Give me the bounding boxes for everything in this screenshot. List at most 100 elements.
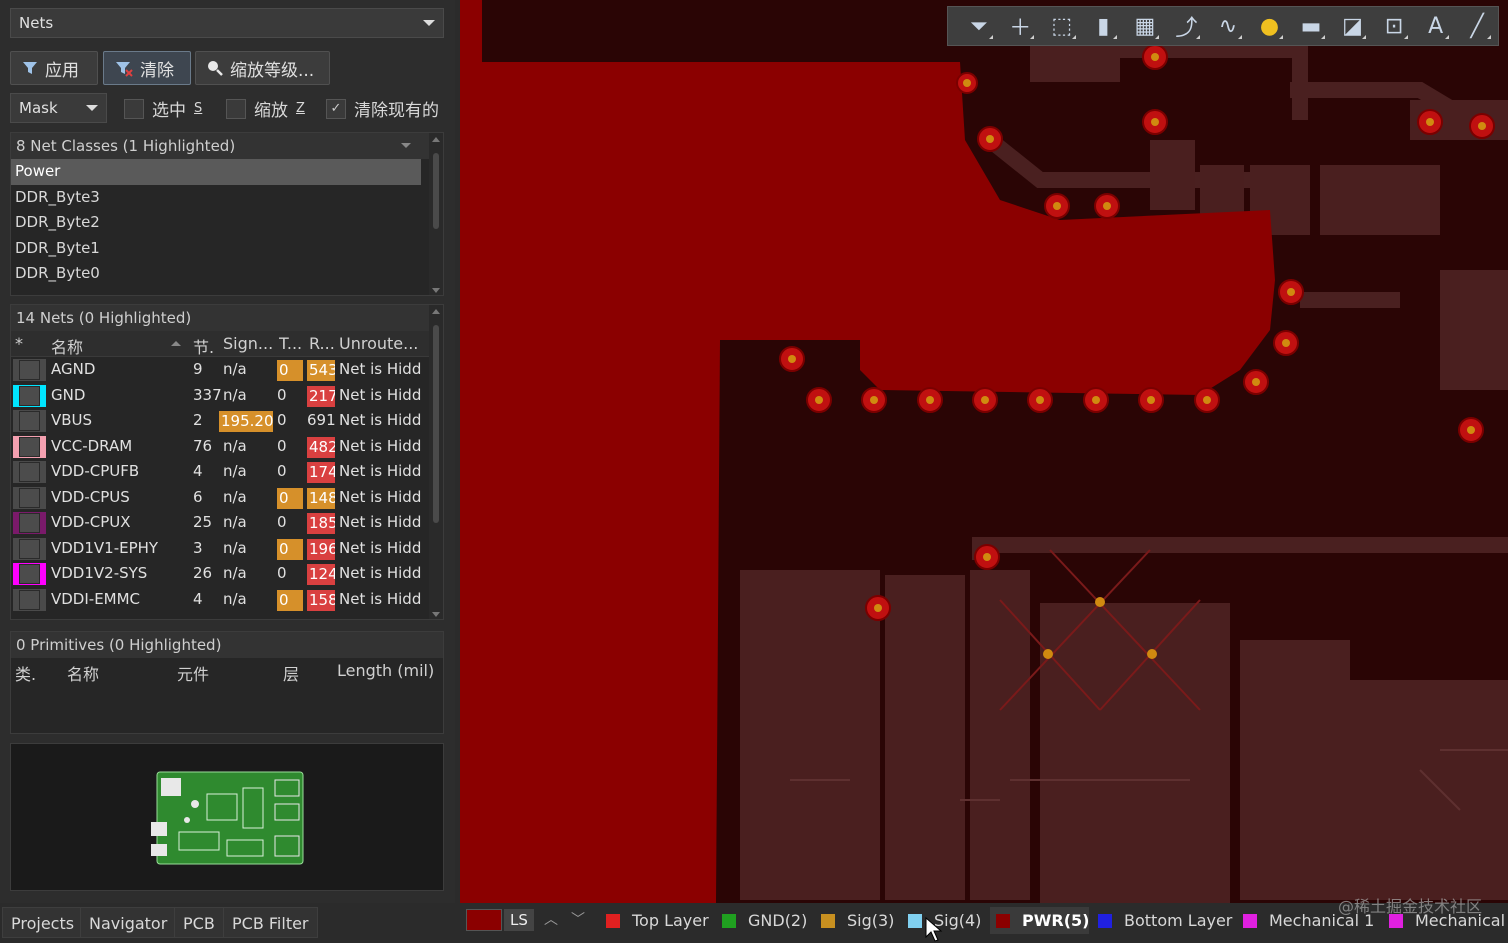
- col-signal[interactable]: Sign...: [223, 334, 273, 353]
- net-color-swatch[interactable]: [13, 435, 46, 458]
- chevron-down-icon[interactable]: ﹀: [571, 909, 585, 929]
- col-name[interactable]: 名称: [51, 334, 83, 358]
- current-layer-swatch[interactable]: [466, 909, 502, 931]
- scroll-thumb[interactable]: [433, 325, 439, 523]
- nets-scrollbar[interactable]: [429, 305, 443, 619]
- scroll-thumb[interactable]: [433, 153, 439, 229]
- net-color-swatch[interactable]: [13, 410, 46, 432]
- layer-tab[interactable]: Top Layer: [600, 907, 709, 934]
- select-checkbox-label: 选中: [152, 101, 186, 121]
- col-unrouted[interactable]: Unroute...: [339, 334, 423, 353]
- mask-dropdown[interactable]: Mask: [10, 93, 107, 123]
- panel-mode-dropdown[interactable]: Nets: [10, 8, 444, 38]
- net-row[interactable]: VDD-CPUS 6 n/a 0148Net is Hidden: [11, 485, 443, 511]
- net-r-value: 124: [307, 564, 335, 585]
- tab-projects[interactable]: Projects: [2, 907, 84, 938]
- col-t[interactable]: T...: [279, 334, 302, 353]
- checkmark-icon[interactable]: ✓: [326, 98, 346, 119]
- checkbox-box[interactable]: [226, 98, 246, 119]
- net-row[interactable]: AGND 9 n/a 0543Net is Hidden: [11, 357, 443, 383]
- net-color-swatch[interactable]: [13, 359, 46, 381]
- pcb-layout[interactable]: [460, 0, 1508, 903]
- component-icon[interactable]: ▦: [1124, 8, 1166, 44]
- net-color-swatch[interactable]: [13, 486, 46, 509]
- col-nodes[interactable]: 节.: [193, 334, 214, 358]
- route-icon[interactable]: ⤴: [1166, 8, 1208, 44]
- select-rect-icon[interactable]: ⬚: [1041, 8, 1083, 44]
- layer-tab[interactable]: GND(2): [716, 907, 807, 934]
- net-row[interactable]: VDD-CPUFB 4 n/a 0 174Net is Hidden: [11, 459, 443, 485]
- net-color-swatch[interactable]: [13, 588, 46, 611]
- tab-navigator[interactable]: Navigator: [80, 907, 177, 938]
- col-length[interactable]: Length (mil): [337, 661, 434, 680]
- col-r[interactable]: R...: [309, 334, 335, 353]
- col-component[interactable]: 元件: [177, 661, 209, 685]
- layer-set-button[interactable]: LS: [504, 909, 534, 931]
- layer-tab[interactable]: PWR(5): [990, 907, 1090, 934]
- clear-button[interactable]: 清除: [103, 51, 191, 85]
- crosshair-icon[interactable]: ＋: [1000, 8, 1042, 44]
- text-icon[interactable]: A: [1415, 8, 1457, 44]
- zoom-checkbox[interactable]: 缩放 Z: [226, 96, 305, 121]
- line-icon[interactable]: ╱: [1456, 8, 1498, 44]
- net-r-value: 217: [307, 385, 335, 407]
- apply-button[interactable]: 应用: [10, 51, 98, 85]
- scroll-up-icon[interactable]: [432, 137, 440, 142]
- net-node-count: 6: [193, 487, 203, 506]
- net-classes-scrollbar[interactable]: [429, 133, 443, 295]
- net-class-item[interactable]: DDR_Byte1: [11, 236, 421, 262]
- net-color-swatch[interactable]: [13, 461, 46, 483]
- scroll-up-icon[interactable]: [432, 309, 440, 314]
- tab-pcb-filter[interactable]: PCB Filter: [223, 907, 318, 938]
- chevron-up-icon[interactable]: ︿: [544, 909, 558, 929]
- chart-icon[interactable]: ▮: [1083, 8, 1125, 44]
- watermark: @稀土掘金技术社区: [1337, 897, 1482, 916]
- keepout-icon[interactable]: ◪: [1332, 8, 1374, 44]
- layer-color-swatch: [1098, 913, 1112, 928]
- net-class-item[interactable]: DDR_Byte2: [11, 210, 421, 236]
- net-row[interactable]: VDD-CPUX 25 n/a 0 185Net is Hidden: [11, 510, 443, 536]
- net-row[interactable]: VDD1V2-SYS 26 n/a 0 124Net is Hidden: [11, 561, 443, 587]
- graph-icon[interactable]: ⊡: [1373, 8, 1415, 44]
- net-node-count: 3: [193, 538, 203, 557]
- diff-pair-icon[interactable]: ∿: [1207, 8, 1249, 44]
- net-class-item[interactable]: DDR_Byte3: [11, 185, 421, 211]
- net-color-swatch[interactable]: [13, 563, 46, 585]
- board-preview[interactable]: [10, 743, 444, 891]
- polygon-icon[interactable]: ▬: [1290, 8, 1332, 44]
- via-icon[interactable]: ●: [1249, 8, 1291, 44]
- checkbox-box[interactable]: [124, 98, 144, 119]
- net-t-value: 0: [277, 360, 303, 381]
- scroll-down-icon[interactable]: [432, 612, 440, 617]
- scroll-down-icon[interactable]: [432, 288, 440, 293]
- layer-color-swatch: [996, 913, 1010, 928]
- nets-column-headers: * 名称 节. Sign... T... R... Unroute...: [11, 331, 443, 357]
- zoom-level-button[interactable]: 缩放等级...: [195, 51, 330, 85]
- col-star[interactable]: *: [15, 334, 23, 353]
- net-row[interactable]: VBUS 2 195.200 691Net is Hidden: [11, 408, 443, 434]
- chevron-down-icon[interactable]: [401, 143, 411, 148]
- net-row[interactable]: VDDI-EMMC 4 n/a 0158Net is Hidden: [11, 587, 443, 613]
- filter-icon[interactable]: ⏷: [958, 8, 1000, 44]
- clear-existing-checkbox[interactable]: ✓ 清除现有的: [326, 96, 439, 121]
- layer-tab[interactable]: Bottom Layer: [1092, 907, 1232, 934]
- net-row[interactable]: VCC-DRAM 76 n/a 0 482Net is Hidden: [11, 434, 443, 460]
- net-row[interactable]: VDD1V1-EPHY 3 n/a 0196Net is Hidden: [11, 536, 443, 562]
- nets-header: 14 Nets (0 Highlighted): [11, 305, 443, 331]
- pcb-canvas[interactable]: ⏷ ＋ ⬚ ▮ ▦ ⤴ ∿ ● ▬ ◪ ⊡ A ╱: [460, 0, 1508, 903]
- net-color-box: [19, 589, 40, 610]
- net-color-swatch[interactable]: [13, 512, 46, 534]
- select-checkbox[interactable]: 选中 S: [124, 96, 202, 121]
- col-prim-name[interactable]: 名称: [67, 661, 99, 685]
- net-unrouted: Net is Hidden: [339, 436, 421, 455]
- net-color-swatch[interactable]: [13, 537, 46, 560]
- net-row[interactable]: GND 337n/a 0 217Net is Hidden: [11, 383, 443, 409]
- net-class-item[interactable]: Power: [11, 159, 421, 185]
- tab-pcb[interactable]: PCB: [174, 907, 224, 938]
- col-layer[interactable]: 层: [283, 661, 299, 685]
- net-color-swatch[interactable]: [13, 384, 46, 407]
- net-r-value: 196: [307, 538, 335, 560]
- col-kind[interactable]: 类.: [15, 661, 36, 685]
- net-class-item[interactable]: DDR_Byte0: [11, 261, 421, 287]
- layer-tab[interactable]: Sig(3): [815, 907, 894, 934]
